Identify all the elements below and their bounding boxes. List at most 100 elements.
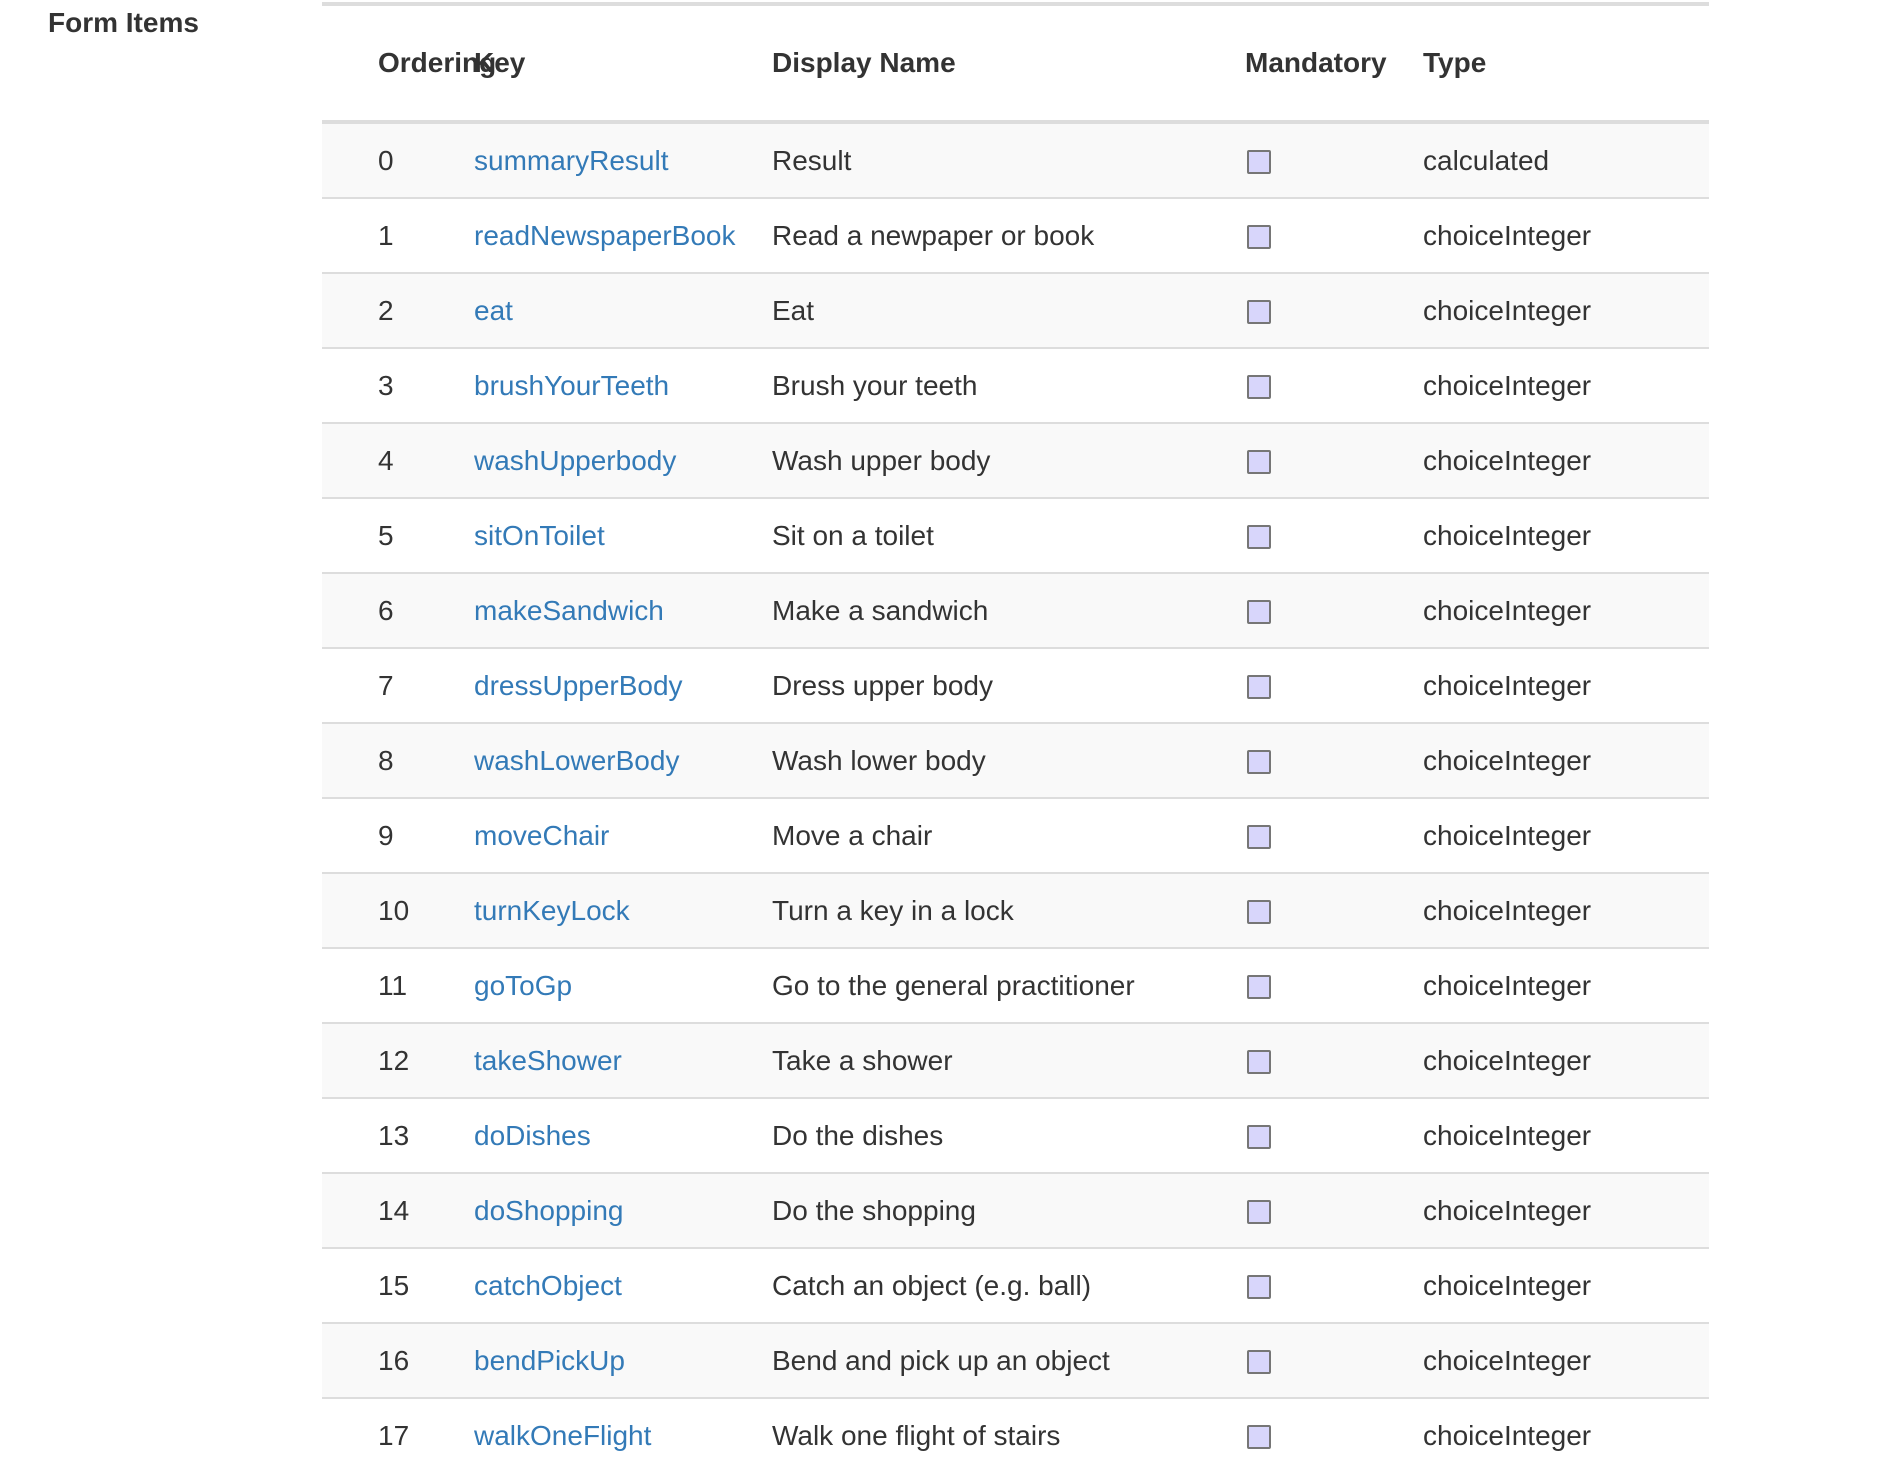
- cell-key: goToGp: [474, 948, 772, 1024]
- cell-ordering: 11: [322, 948, 474, 1024]
- table-row: 17 walkOneFlight Walk one flight of stairs…: [322, 1398, 1709, 1458]
- key-link[interactable]: summaryResult: [474, 145, 668, 176]
- table-row: 7 dressUpperBody Dress upper body choiceInt…: [322, 648, 1709, 724]
- column-header-mandatory: Mandatory: [1245, 6, 1423, 124]
- mandatory-checkbox: [1247, 150, 1271, 175]
- key-link[interactable]: eat: [474, 295, 513, 326]
- cell-ordering: 2: [322, 273, 474, 349]
- cell-mandatory: [1245, 122, 1423, 199]
- key-link[interactable]: moveChair: [474, 820, 609, 851]
- cell-mandatory: [1245, 273, 1423, 349]
- cell-type: choiceInteger: [1423, 348, 1709, 424]
- cell-display-name: Go to the general practitioner: [772, 948, 1245, 1024]
- cell-ordering: 3: [322, 348, 474, 424]
- cell-type: choiceInteger: [1423, 498, 1709, 574]
- cell-key: doShopping: [474, 1173, 772, 1249]
- table-body: 0 summaryResult Result calculated 1 readNewsp…: [322, 122, 1709, 1458]
- table-row: 9 moveChair Move a chair choiceInteger: [322, 798, 1709, 874]
- cell-type: choiceInteger: [1423, 423, 1709, 499]
- cell-mandatory: [1245, 1398, 1423, 1458]
- key-link[interactable]: brushYourTeeth: [474, 370, 669, 401]
- cell-type: choiceInteger: [1423, 1173, 1709, 1249]
- cell-type: choiceInteger: [1423, 1023, 1709, 1099]
- key-link[interactable]: readNewspaperBook: [474, 220, 736, 251]
- key-link[interactable]: doDishes: [474, 1120, 591, 1151]
- cell-mandatory: [1245, 798, 1423, 874]
- key-link[interactable]: washUpperbody: [474, 445, 676, 476]
- cell-display-name: Take a shower: [772, 1023, 1245, 1099]
- cell-display-name: Result: [772, 122, 1245, 199]
- cell-display-name: Eat: [772, 273, 1245, 349]
- table-row: 2 eat Eat choiceInteger: [322, 273, 1709, 349]
- cell-key: bendPickUp: [474, 1323, 772, 1399]
- cell-ordering: 4: [322, 423, 474, 499]
- mandatory-checkbox: [1247, 1200, 1271, 1225]
- key-link[interactable]: makeSandwich: [474, 595, 664, 626]
- form-items-table: Ordering Key Display Name Mandatory Type…: [322, 6, 1709, 1458]
- table-row: 8 washLowerBody Wash lower body choiceInteg…: [322, 723, 1709, 799]
- mandatory-checkbox: [1247, 825, 1271, 850]
- cell-mandatory: [1245, 1323, 1423, 1399]
- table-row: 4 washUpperbody Wash upper body choiceInteg…: [322, 423, 1709, 499]
- form-items-page: Form Items Ordering Key Display Name Man…: [0, 0, 1878, 1458]
- cell-mandatory: [1245, 423, 1423, 499]
- cell-type: choiceInteger: [1423, 873, 1709, 949]
- key-link[interactable]: washLowerBody: [474, 745, 679, 776]
- cell-mandatory: [1245, 723, 1423, 799]
- key-link[interactable]: dressUpperBody: [474, 670, 683, 701]
- cell-mandatory: [1245, 873, 1423, 949]
- cell-ordering: 16: [322, 1323, 474, 1399]
- cell-key: turnKeyLock: [474, 873, 772, 949]
- cell-display-name: Wash upper body: [772, 423, 1245, 499]
- key-link[interactable]: turnKeyLock: [474, 895, 630, 926]
- cell-display-name: Catch an object (e.g. ball): [772, 1248, 1245, 1324]
- key-link[interactable]: goToGp: [474, 970, 572, 1001]
- cell-ordering: 6: [322, 573, 474, 649]
- cell-type: choiceInteger: [1423, 573, 1709, 649]
- cell-ordering: 14: [322, 1173, 474, 1249]
- section-label: Form Items: [48, 7, 199, 38]
- cell-mandatory: [1245, 648, 1423, 724]
- cell-key: catchObject: [474, 1248, 772, 1324]
- cell-mandatory: [1245, 573, 1423, 649]
- cell-type: choiceInteger: [1423, 1323, 1709, 1399]
- mandatory-checkbox: [1247, 1350, 1271, 1375]
- cell-key: readNewspaperBook: [474, 198, 772, 274]
- cell-type: choiceInteger: [1423, 1398, 1709, 1458]
- key-link[interactable]: takeShower: [474, 1045, 622, 1076]
- table-row: 15 catchObject Catch an object (e.g. ball)…: [322, 1248, 1709, 1324]
- column-header-key: Key: [474, 6, 772, 124]
- table-row: 5 sitOnToilet Sit on a toilet choiceInteger: [322, 498, 1709, 574]
- cell-display-name: Turn a key in a lock: [772, 873, 1245, 949]
- cell-ordering: 17: [322, 1398, 474, 1458]
- header-row: Ordering Key Display Name Mandatory Type: [322, 6, 1709, 124]
- mandatory-checkbox: [1247, 675, 1271, 700]
- mandatory-checkbox: [1247, 1425, 1271, 1450]
- mandatory-checkbox: [1247, 375, 1271, 400]
- cell-mandatory: [1245, 198, 1423, 274]
- cell-key: doDishes: [474, 1098, 772, 1174]
- mandatory-checkbox: [1247, 900, 1271, 925]
- mandatory-checkbox: [1247, 1275, 1271, 1300]
- cell-key: walkOneFlight: [474, 1398, 772, 1458]
- table-row: 16 bendPickUp Bend and pick up an object ch…: [322, 1323, 1709, 1399]
- key-link[interactable]: walkOneFlight: [474, 1420, 651, 1451]
- cell-display-name: Do the shopping: [772, 1173, 1245, 1249]
- cell-ordering: 7: [322, 648, 474, 724]
- key-link[interactable]: catchObject: [474, 1270, 622, 1301]
- cell-type: choiceInteger: [1423, 198, 1709, 274]
- cell-type: choiceInteger: [1423, 798, 1709, 874]
- cell-key: washUpperbody: [474, 423, 772, 499]
- cell-key: washLowerBody: [474, 723, 772, 799]
- cell-type: choiceInteger: [1423, 273, 1709, 349]
- column-header-ordering: Ordering: [322, 6, 496, 124]
- key-link[interactable]: doShopping: [474, 1195, 623, 1226]
- cell-type: choiceInteger: [1423, 948, 1709, 1024]
- form-items-table-wrapper: Ordering Key Display Name Mandatory Type…: [322, 0, 1709, 1458]
- cell-key: takeShower: [474, 1023, 772, 1099]
- key-link[interactable]: bendPickUp: [474, 1345, 625, 1376]
- table-row: 12 takeShower Take a shower choiceInteger: [322, 1023, 1709, 1099]
- key-link[interactable]: sitOnToilet: [474, 520, 605, 551]
- mandatory-checkbox: [1247, 525, 1271, 550]
- column-header-type: Type: [1423, 6, 1709, 124]
